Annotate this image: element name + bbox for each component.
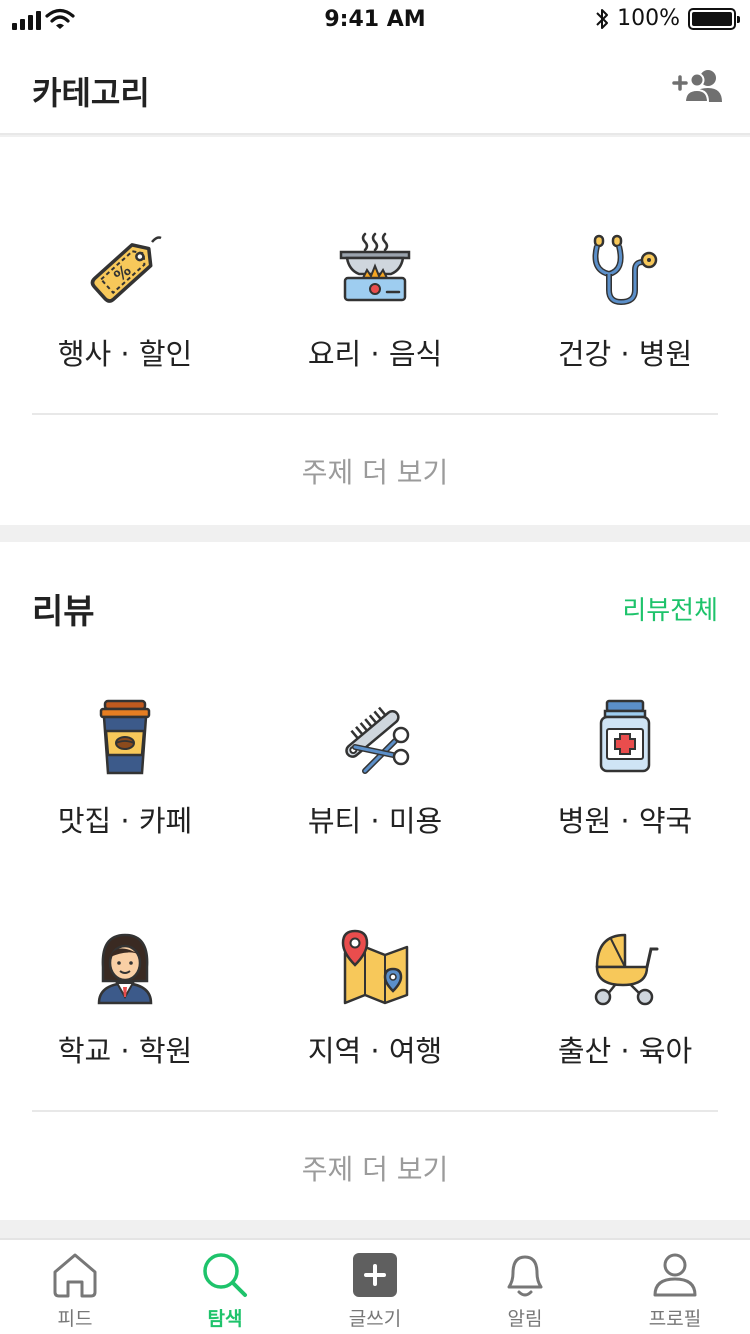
tab-bar: 피드 탐색 글쓰기 알림 프로필	[0, 1238, 750, 1334]
profile-icon	[653, 1253, 697, 1297]
bell-icon	[507, 1255, 543, 1297]
add-friend-icon[interactable]	[672, 68, 724, 104]
write-plus-icon	[353, 1253, 397, 1297]
category-label: 건강 · 병원	[557, 337, 693, 371]
tab-label: 탐색	[207, 1308, 243, 1330]
divider	[32, 1110, 718, 1112]
category-label: 행사 · 할인	[57, 337, 193, 371]
review-label: 병원 · 약국	[557, 804, 693, 838]
home-icon	[53, 1253, 97, 1298]
battery-icon	[688, 7, 740, 30]
review-item-hospital-pharmacy[interactable]: 병원 · 약국	[500, 692, 750, 840]
more-topics-button[interactable]: 주제 더 보기	[0, 1148, 750, 1188]
category-label: 요리 · 음식	[307, 337, 443, 371]
review-section: 리뷰 리뷰전체 맛집 · 카페 뷰티 · 미용 병원 · 약국 학교 · 학원 …	[0, 542, 750, 1220]
cooking-pot-icon	[339, 232, 411, 302]
review-label: 맛집 · 카페	[57, 804, 193, 838]
review-item-restaurant-cafe[interactable]: 맛집 · 카페	[0, 692, 250, 840]
bluetooth-icon	[596, 8, 609, 29]
tab-notifications[interactable]: 알림	[450, 1250, 600, 1331]
review-label: 출산 · 육아	[557, 1034, 693, 1068]
review-label: 지역 · 여행	[307, 1034, 443, 1068]
divider	[32, 413, 718, 415]
review-label: 학교 · 학원	[57, 1034, 193, 1068]
tab-write[interactable]: 글쓰기	[300, 1250, 450, 1331]
tab-explore[interactable]: 탐색	[150, 1250, 300, 1331]
student-icon	[97, 933, 153, 1005]
tab-label: 프로필	[648, 1308, 702, 1330]
status-bar: 9:41 AM 100%	[0, 0, 750, 40]
coffee-cup-icon	[99, 699, 151, 775]
tab-label: 피드	[57, 1308, 93, 1330]
battery-percent: 100%	[617, 6, 680, 31]
medicine-bottle-icon	[599, 699, 651, 773]
category-item-cooking-food[interactable]: 요리 · 음식	[250, 225, 500, 373]
tab-label: 알림	[507, 1308, 543, 1330]
page-title: 카테고리	[32, 74, 150, 112]
comb-scissors-icon	[345, 706, 410, 774]
stroller-icon	[594, 933, 659, 1006]
review-item-birth-parenting[interactable]: 출산 · 육아	[500, 922, 750, 1070]
discount-tag-icon: %	[90, 236, 162, 303]
review-item-school-academy[interactable]: 학교 · 학원	[0, 922, 250, 1070]
review-item-beauty[interactable]: 뷰티 · 미용	[250, 692, 500, 840]
section-title: 리뷰	[32, 592, 95, 632]
all-reviews-link[interactable]: 리뷰전체	[622, 590, 718, 627]
tab-label: 글쓰기	[348, 1308, 402, 1330]
stethoscope-icon	[592, 234, 658, 306]
more-topics-button[interactable]: 주제 더 보기	[0, 451, 750, 491]
review-item-local-travel[interactable]: 지역 · 여행	[250, 922, 500, 1070]
search-icon	[203, 1253, 247, 1297]
app-header: 카테고리	[0, 40, 750, 135]
category-item-health-hospital[interactable]: 건강 · 병원	[500, 225, 750, 373]
tab-profile[interactable]: 프로필	[600, 1250, 750, 1331]
map-pin-icon	[341, 929, 409, 1005]
category-section: % 행사 · 할인 요리 · 음식 건강 · 병원 주제 더 보기	[0, 137, 750, 525]
category-item-event-discount[interactable]: % 행사 · 할인	[0, 225, 250, 373]
review-label: 뷰티 · 미용	[307, 804, 443, 838]
tab-feed[interactable]: 피드	[0, 1250, 150, 1331]
